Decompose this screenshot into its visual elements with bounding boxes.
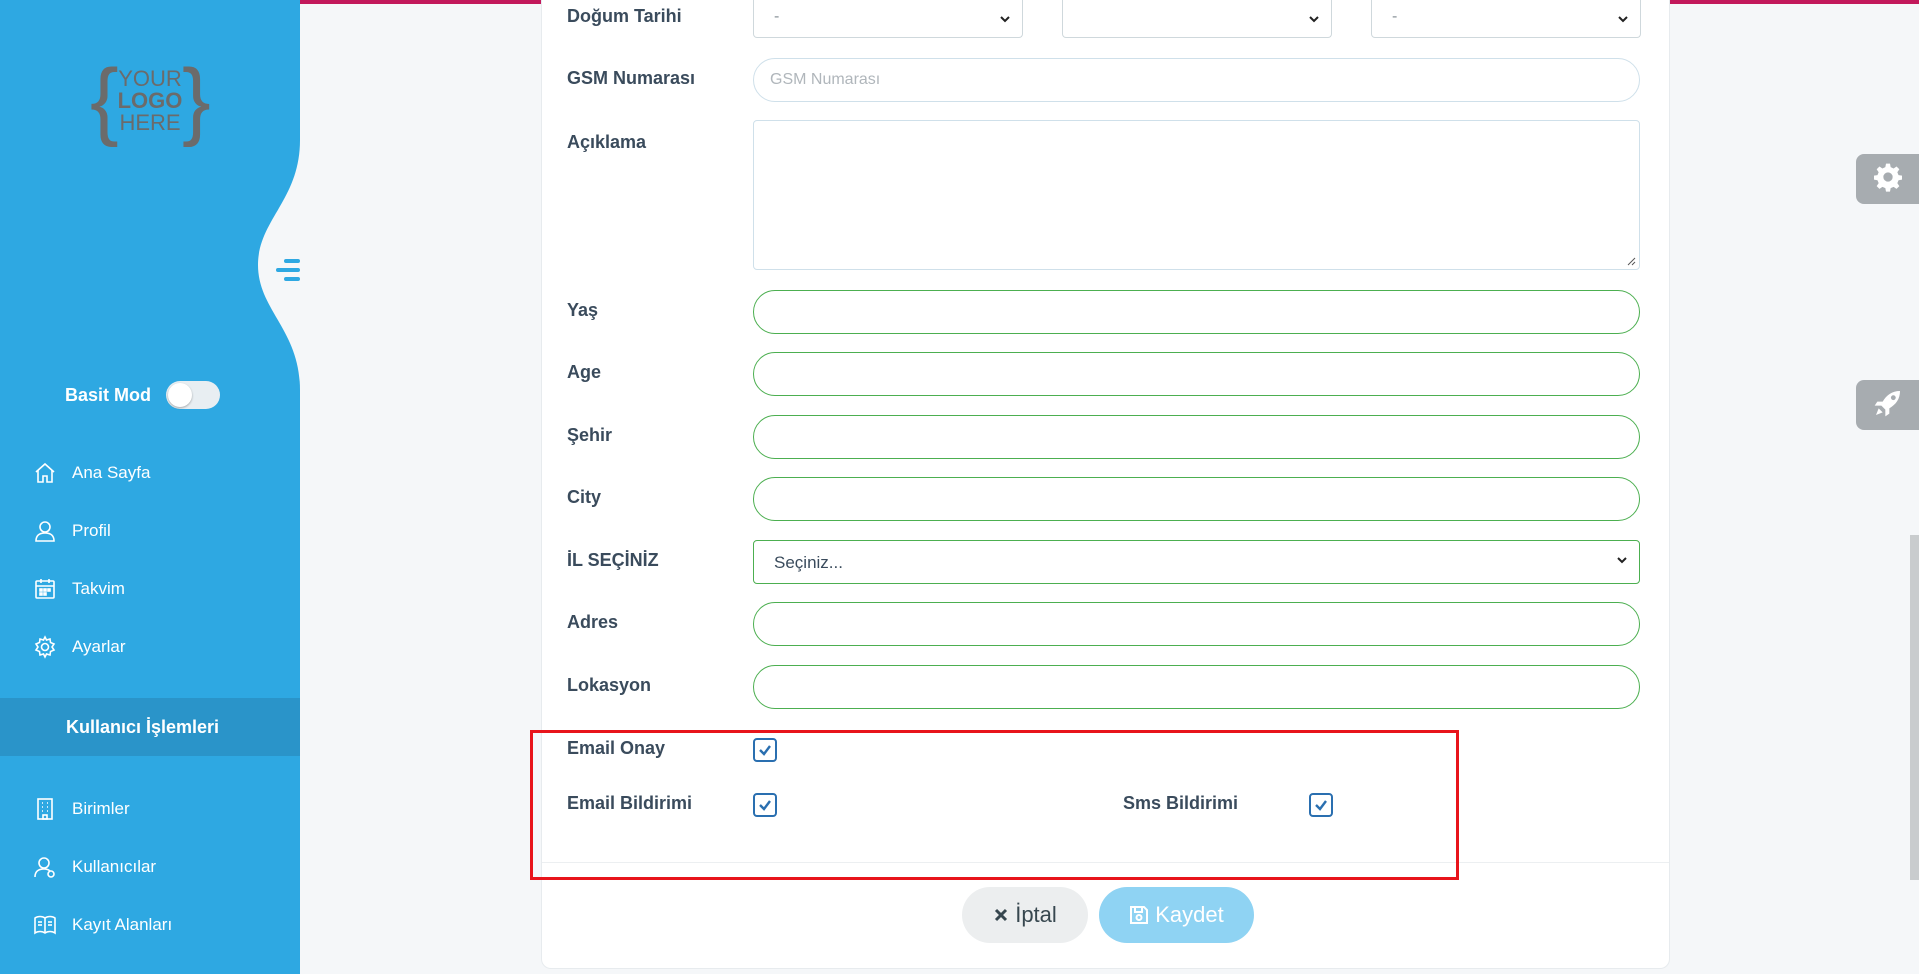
gsm-input[interactable]: GSM Numarası bbox=[753, 58, 1640, 102]
province-label: İL SEÇİNİZ bbox=[567, 550, 659, 570]
scrollbar-thumb[interactable] bbox=[1910, 535, 1919, 880]
close-icon bbox=[993, 907, 1009, 923]
building-icon bbox=[32, 796, 58, 822]
save-button-label: Kaydet bbox=[1155, 902, 1224, 927]
section-title-user-operations: Kullanıcı İşlemleri bbox=[0, 698, 300, 756]
sidebar-item-label: Takvim bbox=[72, 579, 125, 598]
rocket-float-button[interactable] bbox=[1856, 380, 1919, 430]
gear-icon bbox=[32, 634, 58, 660]
birth-day-select[interactable]: - bbox=[753, 0, 1023, 38]
rocket-icon bbox=[1872, 387, 1904, 424]
sidebar-item-record-fields[interactable]: Kayıt Alanları bbox=[0, 896, 300, 954]
logo-line-2: LOGO bbox=[117, 88, 183, 113]
sidebar-item-label: Kullanıcılar bbox=[72, 857, 157, 876]
highlight-box bbox=[530, 730, 1459, 880]
settings-float-button[interactable] bbox=[1856, 154, 1919, 204]
city-en-row: City bbox=[542, 477, 1669, 521]
sidebar: { YOUR LOGO HERE } Basit Mod Ana Sayfa P… bbox=[0, 0, 308, 974]
city-tr-row: Şehir bbox=[542, 415, 1669, 459]
menu-toggle-icon[interactable] bbox=[270, 256, 300, 286]
city-tr-label: Şehir bbox=[567, 425, 613, 445]
age-en-input[interactable] bbox=[753, 352, 1640, 396]
chevron-down-icon bbox=[1618, 16, 1628, 23]
birth-date-label: Doğum Tarihi bbox=[567, 6, 682, 26]
user-nav: Birimler Kullanıcılar Kayıt Alanları bbox=[0, 780, 300, 954]
gsm-label: GSM Numarası bbox=[567, 68, 696, 88]
age-tr-row: Yaş bbox=[542, 290, 1669, 334]
sidebar-item-profile[interactable]: Profil bbox=[0, 502, 300, 560]
sidebar-item-label: Ana Sayfa bbox=[72, 463, 151, 482]
address-label: Adres bbox=[567, 612, 619, 632]
home-icon bbox=[32, 460, 58, 486]
cancel-button[interactable]: İptal bbox=[962, 887, 1088, 943]
simple-mode-label: Basit Mod bbox=[65, 384, 152, 405]
birth-year-select[interactable]: - bbox=[1371, 0, 1641, 38]
logo: { YOUR LOGO HERE } bbox=[90, 52, 211, 148]
main-nav: Ana Sayfa Profil Takvim Ayarlar bbox=[0, 444, 300, 676]
city-tr-input[interactable] bbox=[753, 415, 1640, 459]
city-en-label: City bbox=[567, 487, 602, 507]
sidebar-item-settings[interactable]: Ayarlar bbox=[0, 618, 300, 676]
sidebar-item-home[interactable]: Ana Sayfa bbox=[0, 444, 300, 502]
age-en-row: Age bbox=[542, 352, 1669, 396]
sidebar-item-users[interactable]: Kullanıcılar bbox=[0, 838, 300, 896]
sidebar-item-label: Ayarlar bbox=[72, 637, 126, 656]
gear-icon bbox=[1872, 161, 1904, 198]
sidebar-item-label: Profil bbox=[72, 521, 111, 540]
age-en-label: Age bbox=[567, 362, 602, 382]
simple-mode-row: Basit Mod bbox=[65, 380, 265, 410]
description-textarea[interactable] bbox=[753, 120, 1640, 270]
chevron-down-icon bbox=[1309, 16, 1319, 23]
location-label: Lokasyon bbox=[567, 675, 652, 695]
book-icon bbox=[32, 912, 58, 938]
sidebar-item-label: Kayıt Alanları bbox=[72, 915, 173, 934]
sidebar-item-units[interactable]: Birimler bbox=[0, 780, 300, 838]
gsm-row: GSM Numarası GSM Numarası bbox=[542, 58, 1669, 102]
chevron-down-icon bbox=[1617, 557, 1627, 564]
age-tr-label: Yaş bbox=[567, 300, 599, 320]
resize-handle-icon[interactable] bbox=[1626, 256, 1636, 266]
birth-date-row: Doğum Tarihi - - bbox=[542, 0, 1669, 44]
city-en-input[interactable] bbox=[753, 477, 1640, 521]
gsm-placeholder: GSM Numarası bbox=[770, 71, 881, 88]
address-row: Adres bbox=[542, 602, 1669, 646]
cancel-button-label: İptal bbox=[1015, 902, 1057, 927]
save-button[interactable]: Kaydet bbox=[1099, 887, 1254, 943]
age-tr-input[interactable] bbox=[753, 290, 1640, 334]
description-label: Açıklama bbox=[567, 132, 647, 152]
users-icon bbox=[32, 854, 58, 880]
province-row: İL SEÇİNİZ Seçiniz... bbox=[542, 540, 1669, 584]
logo-line-1: YOUR bbox=[118, 66, 182, 91]
logo-line-3: HERE bbox=[119, 110, 181, 135]
location-row: Lokasyon bbox=[542, 665, 1669, 709]
sidebar-item-label: Birimler bbox=[72, 799, 130, 818]
sidebar-item-calendar[interactable]: Takvim bbox=[0, 560, 300, 618]
chevron-down-icon bbox=[1000, 16, 1010, 23]
address-input[interactable] bbox=[753, 602, 1640, 646]
location-input[interactable] bbox=[753, 665, 1640, 709]
birth-month-select[interactable] bbox=[1062, 0, 1332, 38]
province-select[interactable]: Seçiniz... bbox=[753, 540, 1640, 584]
floppy-disk-icon bbox=[1129, 905, 1149, 925]
simple-mode-switch[interactable] bbox=[166, 381, 221, 409]
user-icon bbox=[32, 518, 58, 544]
calendar-icon bbox=[32, 576, 58, 602]
